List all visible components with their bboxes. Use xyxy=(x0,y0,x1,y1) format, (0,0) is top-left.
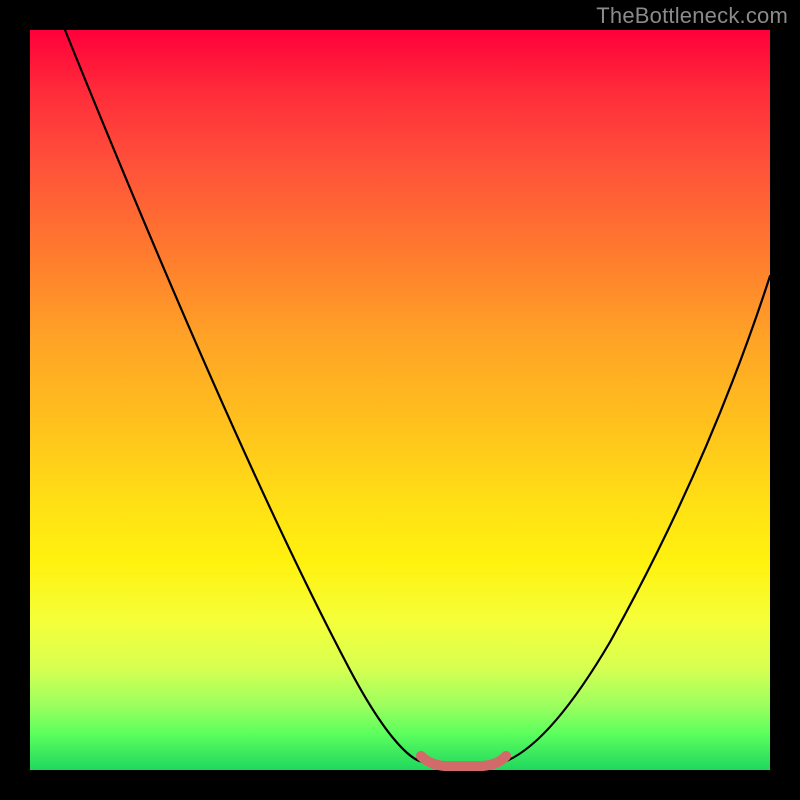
highlight-right-dot xyxy=(501,751,511,761)
chart-frame: TheBottleneck.com xyxy=(0,0,800,800)
left-curve xyxy=(65,30,423,762)
highlight-left-dot xyxy=(416,751,426,761)
right-curve xyxy=(504,276,770,762)
bottom-highlight xyxy=(421,756,506,766)
watermark-text: TheBottleneck.com xyxy=(596,3,788,29)
plot-svg xyxy=(30,30,770,770)
